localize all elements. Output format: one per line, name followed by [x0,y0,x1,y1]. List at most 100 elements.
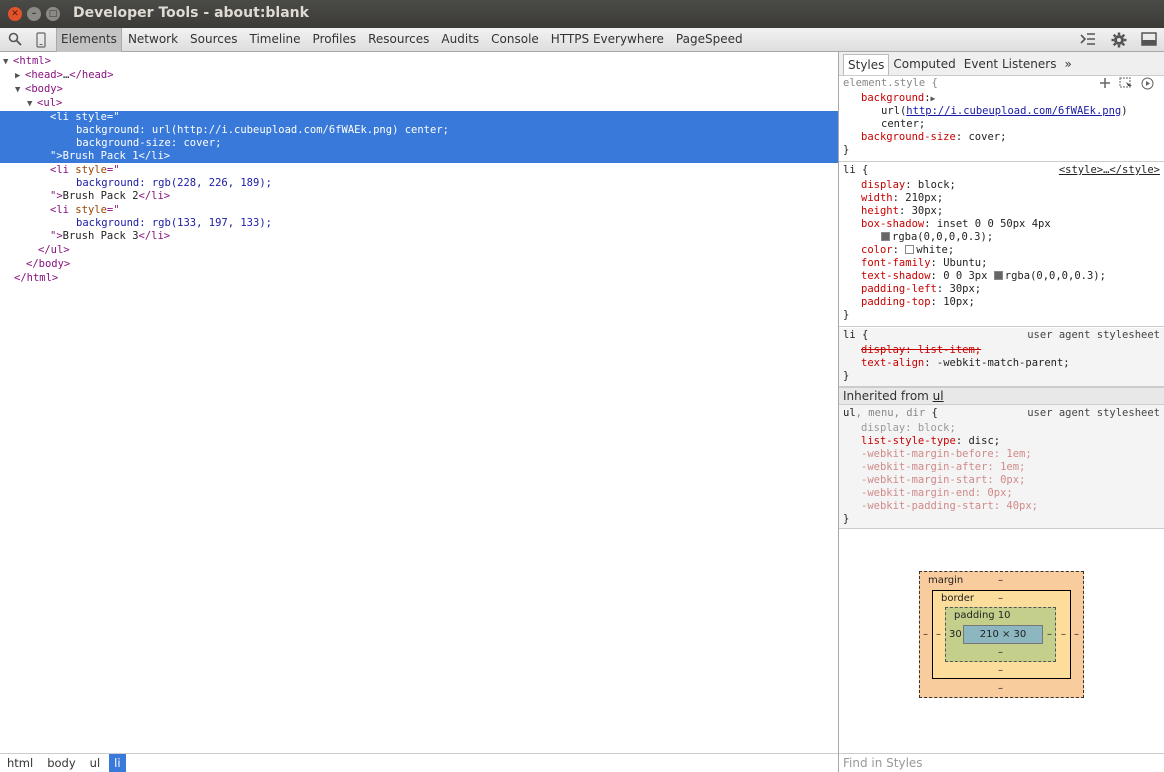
rule-selector: li { [843,164,869,176]
tab-profiles[interactable]: Profiles [307,28,363,52]
inherited-css-property: -webkit-padding-start: 40px; [861,500,1039,512]
more-tabs-icon[interactable]: » [1060,54,1075,75]
css-property[interactable]: box-shadow: inset 0 0 50px 4px [861,218,1051,231]
li-style-rule: li { <style>…</style> display: block; wi… [839,163,1164,327]
margin-top[interactable]: – [998,575,1003,586]
margin-bottom[interactable]: – [998,683,1003,694]
css-property[interactable]: display: block; [861,179,956,192]
css-property: list-style-type: disc; [861,435,1001,447]
box-model-margin[interactable]: margin – – – – border – – – – padding 10… [919,571,1084,698]
inherited-header: Inherited from ul [839,387,1164,405]
tab-computed[interactable]: Computed [889,54,959,75]
padding-bottom[interactable]: – [998,647,1003,658]
border-right[interactable]: – [1061,629,1066,640]
margin-right[interactable]: – [1074,629,1079,640]
breadcrumb-html[interactable]: html [2,754,38,772]
resource-link[interactable]: http://i.cubeupload.com/6fWAEk.png [906,105,1121,117]
tab-elements[interactable]: Elements [56,28,122,52]
padding-right[interactable]: – [1047,629,1052,640]
tab-https-everywhere[interactable]: HTTPS Everywhere [545,28,670,52]
dom-node-ul[interactable]: ▼ <ul> [27,97,62,110]
element-state-icon[interactable] [1119,77,1133,90]
color-swatch-icon[interactable] [993,271,1003,280]
border-left[interactable]: – [936,629,941,640]
css-property[interactable]: width: 210px; [861,192,943,205]
border-bottom[interactable]: – [998,665,1003,676]
breadcrumb-li[interactable]: li [109,754,126,772]
css-value: center; [881,118,926,130]
tab-sources[interactable]: Sources [184,28,243,52]
css-property[interactable]: color: white; [861,244,954,257]
stylesheet-origin: user agent stylesheet [1027,407,1160,419]
new-rule-icon[interactable] [1099,77,1111,90]
tab-pagespeed[interactable]: PageSpeed [670,28,749,52]
css-property[interactable]: padding-left: 30px; [861,283,981,296]
rule-selector: element.style { [843,77,938,89]
expanded-triangle-icon[interactable]: ▼ [15,84,25,97]
css-property: text-align: -webkit-match-parent; [861,357,1070,369]
css-property[interactable]: font-family: Ubuntu; [861,257,987,270]
find-in-styles-input[interactable]: Find in Styles [839,753,1164,772]
animations-icon[interactable] [1141,77,1154,90]
box-model-padding[interactable]: padding 10 30 – – 210 × 30 [945,607,1056,662]
expanded-triangle-icon[interactable]: ▼ [27,98,37,111]
dock-side-icon[interactable] [1140,32,1158,48]
dom-node-html-close[interactable]: </html> [14,272,58,285]
close-icon[interactable]: ✕ [8,7,22,21]
dom-node-html[interactable]: ▼ <html> [3,55,51,68]
dom-node-body-close[interactable]: </body> [26,258,70,271]
expand-shorthand-icon[interactable]: ▶ [931,94,936,103]
tab-audits[interactable]: Audits [435,28,485,52]
maximize-icon[interactable]: □ [46,7,60,21]
dom-tree: ▼ <html> ▶ <head>…</head> ▼ <body> ▼ <ul> <l… [0,52,838,753]
ul-user-agent-rule: ul, menu, dir { user agent stylesheet di… [839,405,1164,529]
rule-close: } [843,513,850,525]
inherited-css-property: -webkit-margin-before: 1em; [861,448,1032,460]
inherited-from-link[interactable]: ul [933,389,944,403]
color-swatch-icon[interactable] [881,232,890,241]
rule-close: } [843,309,850,321]
gear-icon[interactable] [1110,32,1128,48]
breadcrumb: html body ul li [0,753,838,772]
dom-node-head[interactable]: ▶ <head>…</head> [15,69,114,82]
box-model-border[interactable]: border – – – – padding 10 30 – – 210 × 3… [932,590,1071,679]
inherited-css-property: -webkit-margin-after: 1em; [861,461,1026,473]
box-model-content[interactable]: 210 × 30 [963,625,1043,644]
device-mode-icon[interactable] [33,32,49,48]
collapsed-triangle-icon[interactable]: ▶ [15,70,25,83]
expanded-triangle-icon[interactable]: ▼ [3,56,13,69]
padding-label: padding 10 [954,610,1011,621]
rule-selector: ul, menu, dir { [843,407,938,419]
margin-left[interactable]: – [923,629,928,640]
border-label: border [941,593,975,604]
styles-sidebar: Styles Computed Event Listeners » elemen… [839,52,1164,772]
breadcrumb-body[interactable]: body [42,754,80,772]
breadcrumb-ul[interactable]: ul [85,754,105,772]
console-drawer-icon[interactable] [1079,32,1097,48]
tab-event-listeners[interactable]: Event Listeners [960,54,1061,75]
color-swatch-icon[interactable] [905,245,915,254]
css-value: url(http://i.cubeupload.com/6fWAEk.png) [881,105,1128,117]
css-property[interactable]: background-size: cover; [861,131,1006,144]
padding-left[interactable]: 30 [949,629,962,640]
stylesheet-link[interactable]: <style>…</style> [1059,164,1160,177]
tab-network[interactable]: Network [122,28,184,52]
dom-node-ul-close[interactable]: </ul> [38,244,70,257]
title-bar: ✕ – □ Developer Tools - about:blank [0,0,1164,28]
tab-styles[interactable]: Styles [843,54,890,75]
tab-timeline[interactable]: Timeline [244,28,307,52]
border-top[interactable]: – [998,593,1003,604]
dom-node-body[interactable]: ▼ <body> [15,83,63,96]
css-property[interactable]: background:▶ [861,92,935,105]
css-property[interactable]: text-shadow: 0 0 3px rgba(0,0,0,0.3); [861,270,1106,283]
panel-tabs: Elements Network Sources Timeline Profil… [56,28,749,52]
rule-selector: li { [843,329,869,341]
css-property[interactable]: height: 30px; [861,205,943,218]
tab-resources[interactable]: Resources [362,28,435,52]
inherited-css-property: display: block; [861,422,956,434]
minimize-icon[interactable]: – [27,7,41,21]
margin-label: margin [928,575,964,586]
search-icon[interactable] [7,32,23,48]
css-property[interactable]: padding-top: 10px; [861,296,975,309]
tab-console[interactable]: Console [485,28,545,52]
